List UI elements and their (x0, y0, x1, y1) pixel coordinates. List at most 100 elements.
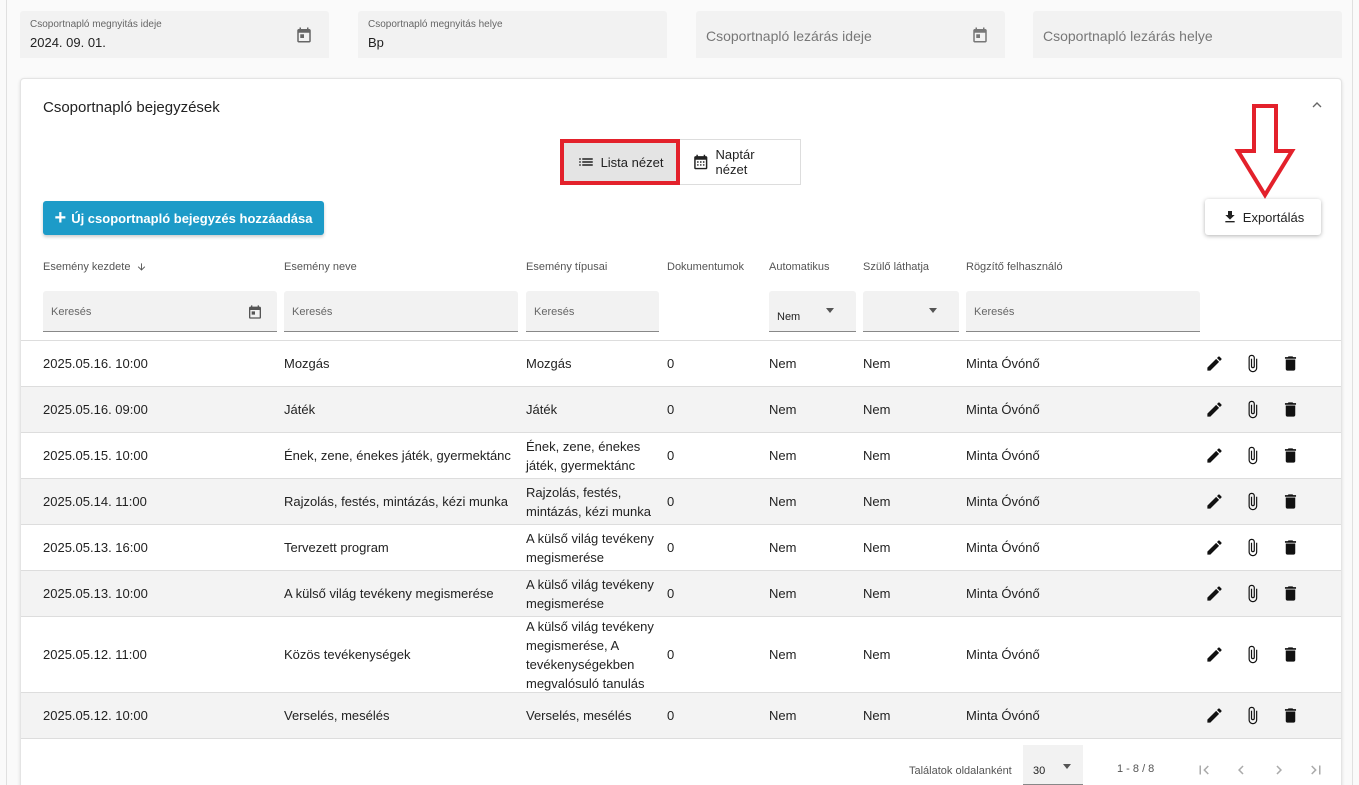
cell-start: 2025.05.13. 16:00 (43, 540, 148, 555)
chevron-up-icon[interactable] (1309, 97, 1325, 113)
cell-user: Minta Óvónő (966, 494, 1040, 509)
cell-parent: Nem (863, 402, 891, 417)
close-date-field[interactable]: Csoportnapló lezárás ideje (696, 11, 1005, 58)
cell-name: Rajzolás, festés, mintázás, kézi munka (284, 494, 508, 509)
cell-name: A külső világ tevékeny megismerése (284, 586, 494, 601)
add-entry-button[interactable]: + Új csoportnapló bejegyzés hozzáadása (43, 201, 324, 235)
start-filter-input[interactable]: Keresés (43, 291, 277, 332)
delete-icon[interactable] (1281, 645, 1300, 664)
edit-icon[interactable] (1205, 492, 1224, 511)
edit-icon[interactable] (1205, 584, 1224, 603)
plus-icon: + (54, 207, 67, 229)
delete-icon[interactable] (1281, 538, 1300, 557)
cell-parent: Nem (863, 494, 891, 509)
edit-icon[interactable] (1205, 446, 1224, 465)
calendar-view-button[interactable]: Naptár nézet (680, 139, 801, 185)
table-row[interactable]: 2025.05.14. 11:00 Rajzolás, festés, mint… (21, 479, 1341, 525)
table-row[interactable]: 2025.05.12. 11:00 Közös tevékenységek A … (21, 617, 1341, 693)
table-row[interactable]: 2025.05.15. 10:00 Ének, zene, énekes ját… (21, 433, 1341, 479)
export-button[interactable]: Exportálás (1205, 199, 1321, 235)
next-page-icon[interactable] (1270, 761, 1288, 779)
col-header-start[interactable]: Esemény kezdete (43, 261, 147, 273)
calendar-icon[interactable] (295, 26, 313, 44)
parent-filter-select[interactable] (863, 291, 959, 332)
close-date-placeholder: Csoportnapló lezárás ideje (706, 28, 872, 44)
per-page-value: 30 (1033, 765, 1046, 777)
calendar-icon[interactable] (247, 304, 263, 320)
row-actions (1205, 617, 1300, 692)
cell-user: Minta Óvónő (966, 647, 1040, 662)
last-page-icon[interactable] (1307, 761, 1325, 779)
auto-filter-value: Nem (777, 311, 801, 323)
edit-icon[interactable] (1205, 538, 1224, 557)
cell-auto: Nem (769, 540, 797, 555)
types-filter-input[interactable]: Keresés (526, 291, 659, 332)
col-header-types[interactable]: Esemény típusai (526, 261, 607, 273)
row-actions (1205, 433, 1300, 478)
col-header-user[interactable]: Rögzítő felhasználó (966, 261, 1063, 273)
attachment-icon[interactable] (1243, 706, 1262, 725)
table-row[interactable]: 2025.05.13. 10:00 A külső világ tevékeny… (21, 571, 1341, 617)
delete-icon[interactable] (1281, 400, 1300, 419)
close-place-field[interactable]: Csoportnapló lezárás helye (1033, 11, 1342, 58)
user-filter-input[interactable]: Keresés (966, 291, 1200, 332)
table-row[interactable]: 2025.05.13. 16:00 Tervezett program A kü… (21, 525, 1341, 571)
edit-icon[interactable] (1205, 354, 1224, 373)
attachment-icon[interactable] (1243, 645, 1262, 664)
arrow-down-icon (138, 263, 146, 271)
attachment-icon[interactable] (1243, 446, 1262, 465)
add-entry-label: Új csoportnapló bejegyzés hozzáadása (71, 210, 313, 226)
row-actions (1205, 525, 1300, 570)
row-actions (1205, 693, 1300, 738)
download-icon (1225, 211, 1235, 223)
attachment-icon[interactable] (1243, 400, 1262, 419)
col-header-parent[interactable]: Szülő láthatja (863, 261, 929, 273)
edit-icon[interactable] (1205, 400, 1224, 419)
calendar-icon[interactable] (971, 26, 989, 44)
export-label: Exportálás (1242, 209, 1305, 225)
open-place-label: Csoportnapló megnyitás helye (368, 19, 503, 30)
delete-icon[interactable] (1281, 354, 1300, 373)
edit-icon[interactable] (1205, 706, 1224, 725)
name-filter-input[interactable]: Keresés (284, 291, 518, 332)
open-place-field[interactable]: Csoportnapló megnyitás helye Bp (358, 11, 667, 58)
panel-title: Csoportnapló bejegyzések (43, 99, 220, 116)
auto-filter-select[interactable]: Nem (769, 291, 856, 332)
list-view-button[interactable]: Lista nézet (560, 139, 680, 185)
delete-icon[interactable] (1281, 584, 1300, 603)
delete-icon[interactable] (1281, 492, 1300, 511)
row-actions (1205, 479, 1300, 524)
entries-panel: Csoportnapló bejegyzések Lista nézet Nap… (20, 78, 1342, 785)
delete-icon[interactable] (1281, 706, 1300, 725)
cell-name: Tervezett program (284, 540, 389, 555)
first-page-icon[interactable] (1195, 761, 1213, 779)
delete-icon[interactable] (1281, 446, 1300, 465)
attachment-icon[interactable] (1243, 584, 1262, 603)
cell-auto: Nem (769, 448, 797, 463)
open-date-field[interactable]: Csoportnapló megnyitás ideje 2024. 09. 0… (20, 11, 329, 58)
table-row[interactable]: 2025.05.16. 09:00 Játék Játék 0 Nem Nem … (21, 387, 1341, 433)
cell-name: Mozgás (284, 356, 330, 371)
attachment-icon[interactable] (1243, 492, 1262, 511)
attachment-icon[interactable] (1243, 354, 1262, 373)
cell-docs: 0 (667, 402, 675, 417)
edit-icon[interactable] (1205, 645, 1224, 664)
table-row[interactable]: 2025.05.16. 10:00 Mozgás Mozgás 0 Nem Ne… (21, 341, 1341, 387)
cell-user: Minta Óvónő (966, 402, 1040, 417)
cell-name: Verselés, mesélés (284, 708, 390, 723)
cell-name: Játék (284, 402, 316, 417)
prev-page-icon[interactable] (1232, 761, 1250, 779)
types-filter-placeholder: Keresés (534, 306, 575, 318)
caret-down-icon (929, 308, 937, 313)
col-header-docs[interactable]: Dokumentumok (667, 261, 744, 273)
col-header-auto[interactable]: Automatikus (769, 261, 830, 273)
col-header-name[interactable]: Esemény neve (284, 261, 357, 273)
table-row[interactable]: 2025.05.12. 10:00 Verselés, mesélés Vers… (21, 693, 1341, 739)
per-page-select[interactable]: 30 (1023, 745, 1083, 785)
attachment-icon[interactable] (1243, 538, 1262, 557)
caret-down-icon (1063, 764, 1071, 769)
cell-docs: 0 (667, 540, 675, 555)
open-date-label: Csoportnapló megnyitás ideje (30, 19, 162, 30)
list-icon (578, 158, 593, 166)
pagination: Találatok oldalanként 30 1 - 8 / 8 (21, 739, 1341, 785)
